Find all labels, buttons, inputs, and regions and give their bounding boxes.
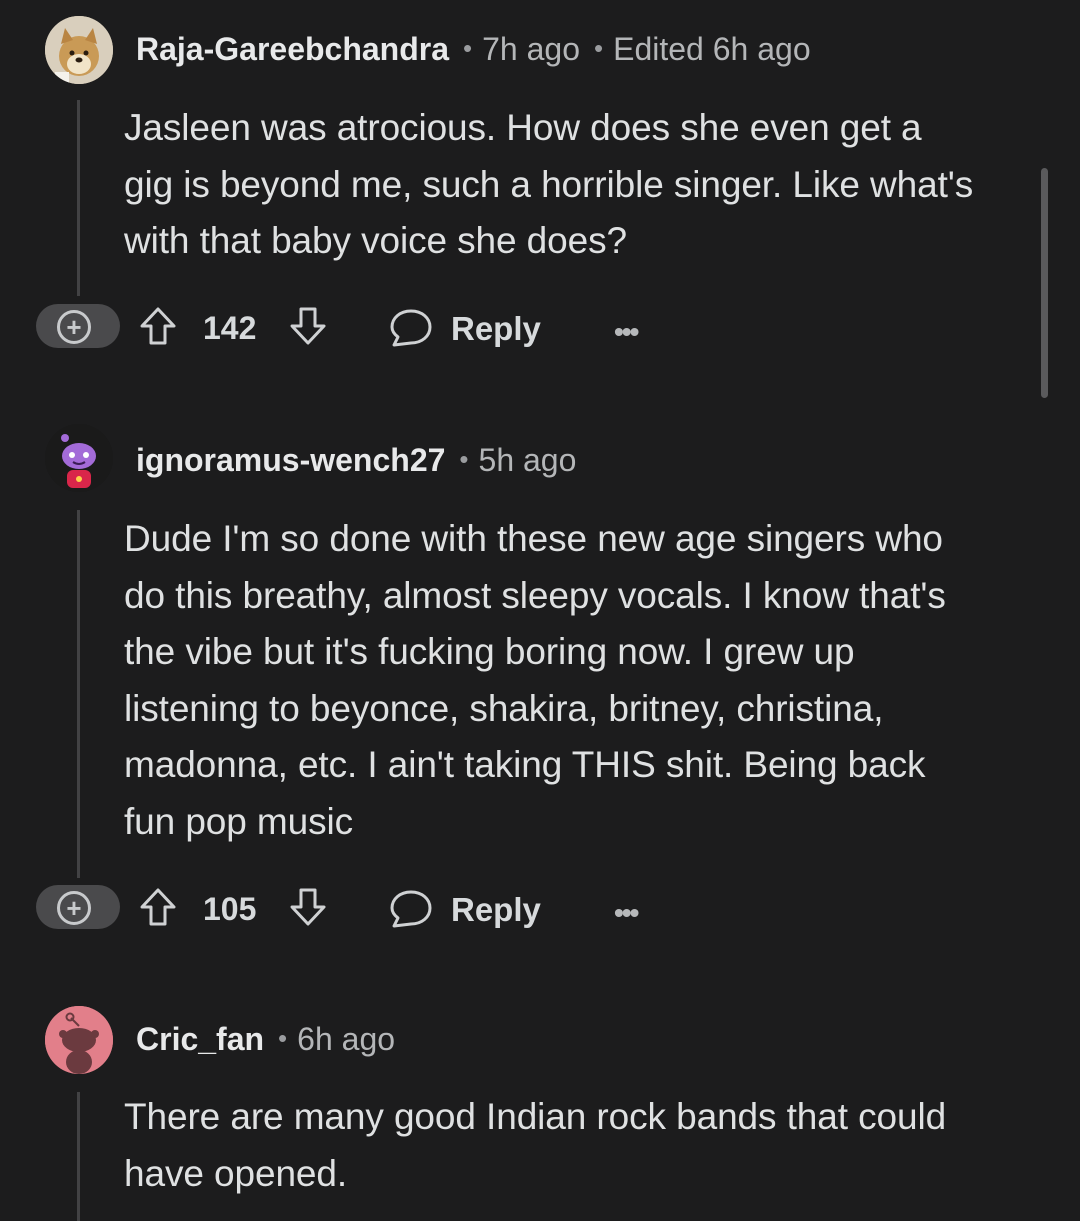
comment-body: Dude I'm so done with these new age sing… bbox=[124, 518, 946, 842]
edited-label: Edited 6h ago bbox=[613, 31, 811, 67]
timestamp: 7h ago bbox=[482, 31, 580, 67]
upvote-icon[interactable] bbox=[136, 885, 180, 929]
vote-count: 105 bbox=[203, 891, 257, 927]
reply-button[interactable]: Reply bbox=[451, 310, 541, 348]
downvote-icon[interactable] bbox=[286, 304, 330, 348]
separator-dot: • bbox=[463, 33, 473, 63]
expand-thread-button[interactable]: + bbox=[36, 304, 120, 348]
username[interactable]: Raja-Gareebchandra bbox=[136, 31, 449, 67]
snoo-pink-avatar-icon[interactable] bbox=[45, 1006, 113, 1074]
comment-meta: ignoramus-wench27 • 5h ago bbox=[136, 444, 576, 476]
snoo-purple-avatar-icon[interactable] bbox=[45, 424, 113, 492]
timestamp: 6h ago bbox=[297, 1021, 396, 1057]
separator-dot: • bbox=[459, 444, 469, 474]
comment-meta: Raja-Gareebchandra • 7h ago • Edited 6h ago bbox=[136, 33, 811, 65]
thread-line[interactable] bbox=[77, 1092, 80, 1221]
username[interactable]: ignoramus-wench27 bbox=[136, 442, 445, 478]
comment-meta: Cric_fan • 6h ago bbox=[136, 1023, 395, 1055]
more-options-icon[interactable]: ••• bbox=[614, 316, 639, 348]
comment-body: There are many good Indian rock bands th… bbox=[124, 1096, 947, 1194]
expand-thread-button[interactable]: + bbox=[36, 885, 120, 929]
thread-line[interactable] bbox=[77, 100, 80, 296]
vote-count: 142 bbox=[203, 310, 257, 346]
separator-dot: • bbox=[594, 33, 604, 63]
reply-bubble-icon[interactable] bbox=[388, 887, 434, 931]
comment-actions: + 142 Reply ••• bbox=[36, 302, 736, 352]
upvote-icon[interactable] bbox=[136, 304, 180, 348]
more-options-icon[interactable]: ••• bbox=[614, 897, 639, 929]
separator-dot: • bbox=[278, 1023, 288, 1053]
plus-icon: + bbox=[57, 310, 91, 344]
reply-button[interactable]: Reply bbox=[451, 891, 541, 929]
plus-icon: + bbox=[57, 891, 91, 925]
timestamp: 5h ago bbox=[478, 442, 577, 478]
comment-body: Jasleen was atrocious. How does she even… bbox=[124, 107, 974, 261]
downvote-icon[interactable] bbox=[286, 885, 330, 929]
thread-line[interactable] bbox=[77, 510, 80, 878]
comment-actions: + 105 Reply ••• bbox=[36, 883, 736, 933]
username[interactable]: Cric_fan bbox=[136, 1021, 264, 1057]
scrollbar[interactable] bbox=[1041, 168, 1048, 398]
doge-avatar-icon[interactable] bbox=[45, 16, 113, 84]
reply-bubble-icon[interactable] bbox=[388, 306, 434, 350]
